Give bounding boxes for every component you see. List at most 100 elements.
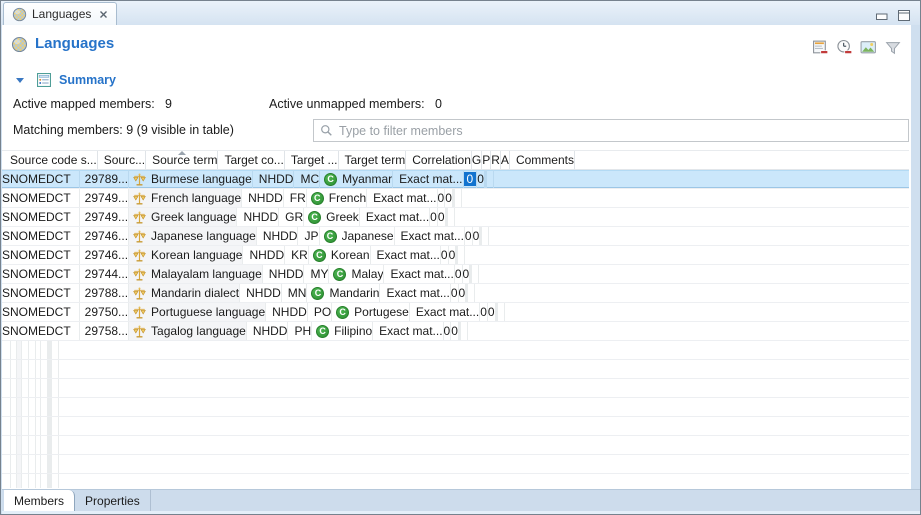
filter-field[interactable]	[313, 119, 909, 142]
cell-source_code[interactable]: 29746...	[80, 227, 129, 245]
cell-p[interactable]: 0	[477, 170, 485, 188]
column-header-g[interactable]: G	[472, 151, 482, 169]
column-header-source_code_system[interactable]: Source code s...	[2, 151, 98, 169]
column-header-r[interactable]: R	[491, 151, 501, 169]
cell-target_code_system[interactable]: NHDD	[253, 170, 295, 188]
cell-source_term[interactable]: Portuguese language	[129, 303, 266, 321]
table-row[interactable]: SNOMEDCT29788... Mandarin dialectNHDDMN …	[2, 284, 909, 303]
column-header-source_code[interactable]: Sourc...	[98, 151, 146, 169]
column-header-source_term[interactable]: Source term	[146, 151, 218, 169]
cell-target_term[interactable]: C French	[307, 189, 367, 207]
table-row[interactable]: SNOMEDCT29746... Japanese languageNHDDJP…	[2, 227, 909, 246]
image-icon[interactable]	[860, 39, 877, 56]
cell-source_term[interactable]: Burmese language	[129, 170, 253, 188]
cell-target_term[interactable]: C Korean	[309, 246, 371, 264]
column-header-target_code[interactable]: Target ...	[285, 151, 339, 169]
table-row[interactable]: SNOMEDCT29789... Burmese languageNHDDMC …	[2, 170, 909, 189]
cell-g[interactable]: 0	[441, 246, 449, 264]
cell-comments[interactable]	[461, 322, 468, 340]
cell-correlation[interactable]: Exact mat...	[373, 322, 443, 340]
cell-comments[interactable]	[487, 170, 494, 188]
cell-source_code[interactable]: 29758...	[80, 322, 129, 340]
maximize-view-icon[interactable]	[898, 10, 910, 21]
cell-target_term[interactable]: C Myanmar	[320, 170, 393, 188]
cell-correlation[interactable]: Exact mat...	[380, 284, 450, 302]
cell-target_code_system[interactable]: NHDD	[242, 189, 284, 207]
cell-correlation[interactable]: Exact mat...	[384, 265, 454, 283]
cell-p[interactable]: 0	[488, 303, 496, 321]
cell-correlation[interactable]: Exact mat...	[360, 208, 430, 226]
cell-target_code[interactable]: PO	[308, 303, 332, 321]
cell-target_term[interactable]: C Mandarin	[307, 284, 380, 302]
cell-g[interactable]: 0	[444, 322, 452, 340]
clock-remove-icon[interactable]	[836, 39, 853, 56]
minimize-view-icon[interactable]	[876, 10, 888, 21]
cell-source_code[interactable]: 29744...	[80, 265, 129, 283]
column-header-a[interactable]: A	[501, 151, 510, 169]
cell-source_term[interactable]: Greek language	[129, 208, 237, 226]
cell-source_code_system[interactable]: SNOMEDCT	[2, 246, 80, 264]
cell-target_code_system[interactable]: NHDD	[237, 208, 279, 226]
cell-target_code[interactable]: JP	[298, 227, 319, 245]
cell-target_code[interactable]: KR	[285, 246, 309, 264]
table-row[interactable]: SNOMEDCT29750... Portuguese languageNHDD…	[2, 303, 909, 322]
cell-target_code_system[interactable]: NHDD	[257, 227, 299, 245]
cell-g[interactable]: 0	[438, 189, 446, 207]
cell-target_term[interactable]: C Malay	[329, 265, 384, 283]
cell-source_code[interactable]: 29749...	[80, 208, 129, 226]
column-header-p[interactable]: P	[482, 151, 491, 169]
cell-target_code_system[interactable]: NHDD	[266, 303, 308, 321]
cell-source_term[interactable]: French language	[129, 189, 242, 207]
cell-source_code[interactable]: 29746...	[80, 246, 129, 264]
cell-p[interactable]: 0	[449, 246, 457, 264]
column-header-comments[interactable]: Comments	[510, 151, 575, 169]
cell-correlation[interactable]: Exact mat...	[367, 189, 437, 207]
cell-source_code[interactable]: 29789...	[80, 170, 129, 188]
cell-comments[interactable]	[468, 284, 475, 302]
cell-source_code_system[interactable]: SNOMEDCT	[2, 170, 80, 188]
table-row[interactable]: SNOMEDCT29746... Korean languageNHDDKR C…	[2, 246, 909, 265]
cell-comments[interactable]	[458, 246, 465, 264]
report-remove-icon[interactable]	[812, 39, 829, 56]
cell-source_code[interactable]: 29788...	[80, 284, 129, 302]
cell-source_code_system[interactable]: SNOMEDCT	[2, 322, 80, 340]
cell-source_code_system[interactable]: SNOMEDCT	[2, 265, 80, 283]
cell-p[interactable]: 0	[463, 265, 471, 283]
cell-p[interactable]: 0	[473, 227, 481, 245]
cell-p[interactable]: 0	[451, 322, 459, 340]
tab-members[interactable]: Members	[4, 490, 75, 511]
cell-target_code_system[interactable]: NHDD	[240, 284, 282, 302]
cell-target_code[interactable]: MC	[294, 170, 320, 188]
tab-close-icon[interactable]	[99, 10, 108, 19]
cell-g[interactable]: 0	[465, 227, 473, 245]
cell-p[interactable]: 0	[438, 208, 446, 226]
cell-target_code_system[interactable]: NHDD	[263, 265, 305, 283]
cell-target_code[interactable]: MN	[282, 284, 308, 302]
cell-correlation[interactable]: Exact mat...	[371, 246, 441, 264]
cell-target_code[interactable]: GR	[279, 208, 304, 226]
cell-g[interactable]: 0	[451, 284, 459, 302]
cell-g[interactable]: 0	[430, 208, 438, 226]
cell-target_code_system[interactable]: NHDD	[247, 322, 289, 340]
cell-source_term[interactable]: Korean language	[129, 246, 243, 264]
cell-g[interactable]: 0	[455, 265, 463, 283]
table-row[interactable]: SNOMEDCT29758... Tagalog languageNHDDPH …	[2, 322, 909, 341]
cell-source_code_system[interactable]: SNOMEDCT	[2, 303, 80, 321]
cell-source_code[interactable]: 29749...	[80, 189, 129, 207]
table-row[interactable]: SNOMEDCT29744... Malayalam languageNHDDM…	[2, 265, 909, 284]
cell-comments[interactable]	[472, 265, 479, 283]
cell-source_code_system[interactable]: SNOMEDCT	[2, 208, 80, 226]
collapse-twistie-icon[interactable]	[16, 78, 24, 83]
table-row[interactable]: SNOMEDCT29749... French languageNHDDFR C…	[2, 189, 909, 208]
cell-correlation[interactable]: Exact mat...	[410, 303, 480, 321]
tab-languages[interactable]: Languages	[3, 2, 117, 25]
summary-section-header[interactable]: Summary	[2, 71, 116, 89]
cell-target_code[interactable]: FR	[284, 189, 307, 207]
column-header-target_code_system[interactable]: Target co...	[218, 151, 284, 169]
cell-comments[interactable]	[498, 303, 505, 321]
cell-target_code[interactable]: MY	[304, 265, 329, 283]
cell-source_term[interactable]: Japanese language	[129, 227, 257, 245]
table-row[interactable]: SNOMEDCT29749... Greek languageNHDDGR C …	[2, 208, 909, 227]
cell-target_term[interactable]: C Filipino	[312, 322, 373, 340]
cell-target_code_system[interactable]: NHDD	[243, 246, 285, 264]
